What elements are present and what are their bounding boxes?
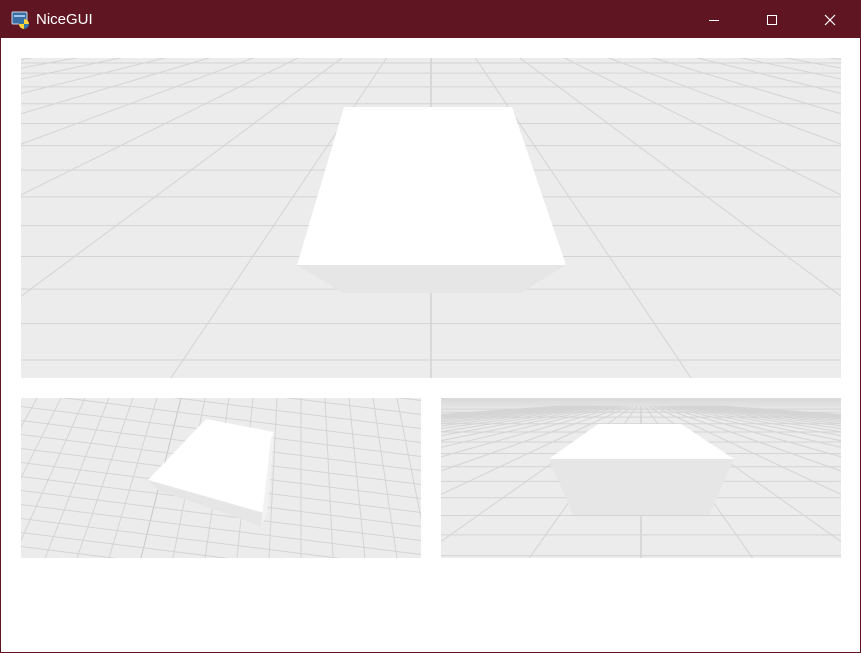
left-scene[interactable] <box>21 398 421 558</box>
left-scene-canvas[interactable] <box>21 398 421 558</box>
close-icon <box>824 14 836 25</box>
cube-front-face <box>297 265 566 293</box>
maximize-icon <box>767 14 777 25</box>
main-scene-canvas[interactable] <box>21 58 841 378</box>
app-window: NiceGUI <box>0 0 861 653</box>
window-content <box>1 38 860 652</box>
right-scene[interactable] <box>441 398 841 558</box>
right-scene-canvas[interactable] <box>441 398 841 558</box>
main-scene[interactable] <box>21 58 841 378</box>
maximize-button[interactable] <box>749 1 795 38</box>
title-bar[interactable]: NiceGUI <box>1 1 860 38</box>
minimize-button[interactable] <box>691 1 737 38</box>
python-app-icon <box>11 10 31 30</box>
cube-front-face <box>549 459 734 515</box>
window-title: NiceGUI <box>36 11 93 28</box>
minimize-icon <box>709 19 719 21</box>
close-button[interactable] <box>807 1 853 38</box>
